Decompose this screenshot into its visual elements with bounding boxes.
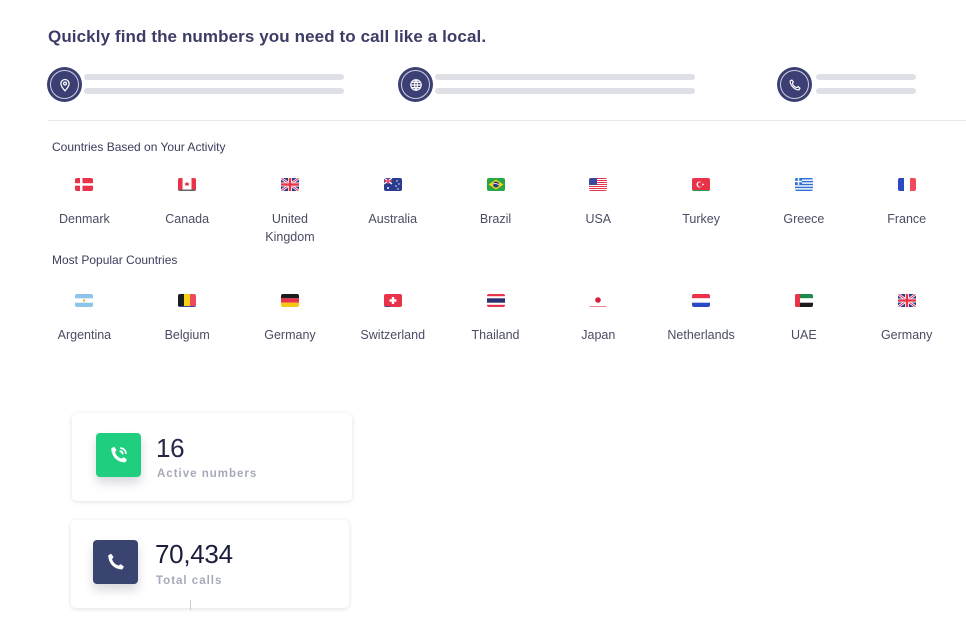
country-item[interactable]: Belgium (136, 294, 239, 344)
placeholder-bar (435, 88, 695, 94)
globe-icon (399, 68, 432, 101)
location-pin-icon (48, 68, 81, 101)
country-name: UAE (791, 328, 817, 342)
flag-th-icon (486, 294, 505, 307)
phone-icon (778, 68, 811, 101)
step-globe (399, 68, 699, 102)
stat-label: Total calls (156, 575, 223, 587)
country-item[interactable]: Turkey (650, 178, 753, 246)
section-title-popular: Most Popular Countries (52, 253, 178, 267)
flag-dk-icon (75, 178, 94, 191)
step-location (48, 68, 348, 102)
country-name: Japan (581, 328, 616, 342)
country-name: United Kingdom (265, 212, 315, 244)
country-item[interactable]: Switzerland (341, 294, 444, 344)
steps-indicator (48, 68, 948, 102)
flag-tr-icon (692, 178, 711, 191)
placeholder-bar (84, 88, 344, 94)
flag-fr-icon (897, 178, 916, 191)
country-item[interactable]: UAE (752, 294, 855, 344)
flag-jp-icon (589, 294, 608, 307)
phone-icon (93, 540, 138, 584)
country-name: Canada (165, 212, 210, 226)
flag-ae-icon (794, 294, 813, 307)
page-headline: Quickly find the numbers you need to cal… (48, 27, 487, 46)
country-item[interactable]: Japan (547, 294, 650, 344)
country-name: France (887, 212, 927, 226)
flag-ca-icon (178, 178, 197, 191)
country-item[interactable]: Brazil (444, 178, 547, 246)
country-name: Brazil (479, 212, 512, 226)
country-name: Denmark (59, 212, 110, 226)
country-name: Argentina (57, 328, 112, 342)
stat-label: Active numbers (157, 468, 258, 480)
country-item[interactable]: France (855, 178, 958, 246)
phone-ringing-icon (96, 433, 141, 477)
country-name: Germany (264, 328, 316, 342)
country-item[interactable]: Canada (136, 178, 239, 246)
stat-value: 16 (156, 433, 185, 463)
flag-us-icon (589, 178, 608, 191)
flag-au-icon (383, 178, 402, 191)
popular-countries: Argentina Belgium Germany Switzerland Thaila… (33, 294, 958, 344)
country-item[interactable]: Argentina (33, 294, 136, 344)
stat-card-active-numbers: 16 Active numbers (72, 413, 352, 501)
placeholder-bar (435, 74, 695, 80)
country-item[interactable]: Australia (341, 178, 444, 246)
flag-gb-icon (280, 178, 299, 191)
stat-value: 70,434 (155, 539, 233, 569)
flag-gr-icon (794, 178, 813, 191)
country-item[interactable]: Denmark (33, 178, 136, 246)
divider-tick (190, 600, 191, 610)
country-name: Netherlands (667, 328, 735, 342)
placeholder-bar (84, 74, 344, 80)
placeholder-bar (816, 88, 916, 94)
country-name: Switzerland (360, 328, 426, 342)
flag-de-icon (280, 294, 299, 307)
flag-gb-icon (897, 294, 916, 307)
country-name: Australia (368, 212, 418, 226)
placeholder-bar (816, 74, 916, 80)
country-item[interactable]: Greece (752, 178, 855, 246)
country-item[interactable]: Germany (239, 294, 342, 344)
country-name: Belgium (164, 328, 210, 342)
country-name: Thailand (471, 328, 520, 342)
flag-br-icon (486, 178, 505, 191)
country-name: USA (585, 212, 612, 226)
country-name: Germany (880, 328, 933, 342)
flag-ar-icon (75, 294, 94, 307)
step-phone (778, 68, 948, 102)
country-item[interactable]: Germany (855, 294, 958, 344)
country-name: Greece (783, 212, 825, 226)
flag-nl-icon (692, 294, 711, 307)
activity-countries: Denmark Canada United Kingdom Australia Braz… (33, 178, 958, 246)
stat-card-total-calls: 70,434 Total calls (71, 520, 349, 610)
section-title-activity: Countries Based on Your Activity (52, 140, 226, 154)
country-name: Turkey (682, 212, 720, 226)
section-divider (48, 120, 966, 121)
flag-ch-icon (383, 294, 402, 307)
country-item[interactable]: Netherlands (650, 294, 753, 344)
country-item[interactable]: USA (547, 178, 650, 246)
country-item[interactable]: Thailand (444, 294, 547, 344)
country-item[interactable]: United Kingdom (239, 178, 342, 246)
flag-be-icon (178, 294, 197, 307)
